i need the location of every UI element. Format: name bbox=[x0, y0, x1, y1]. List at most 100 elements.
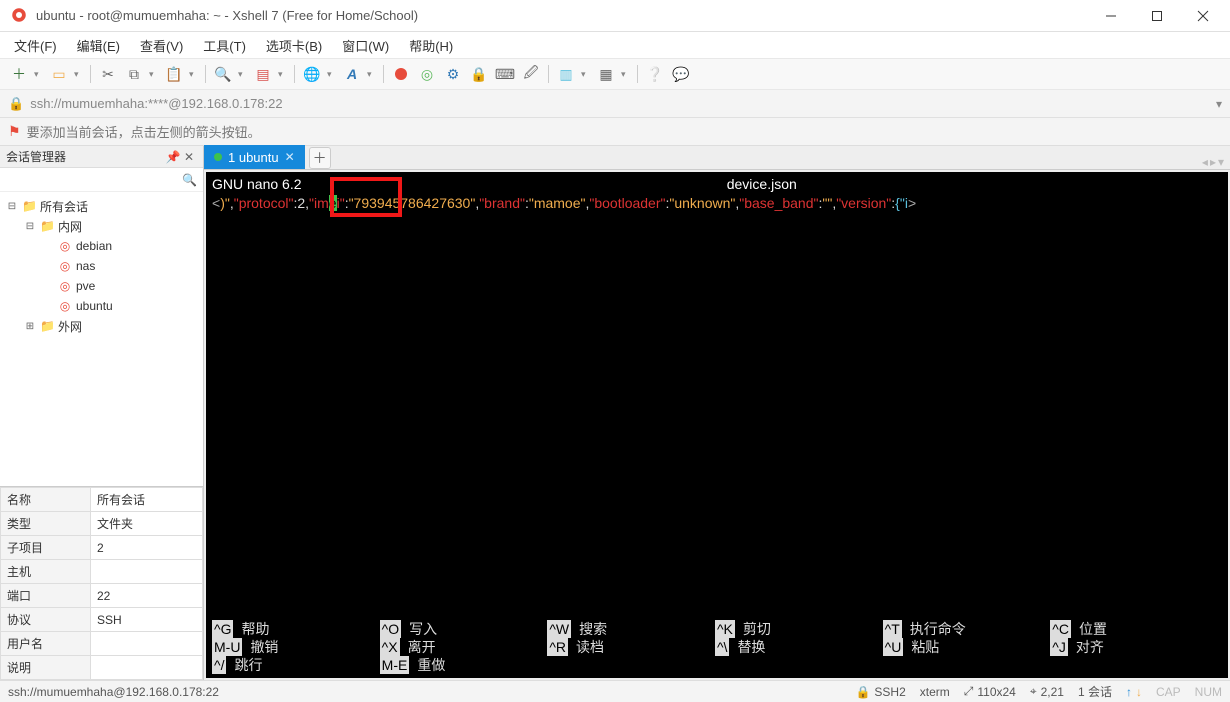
status-ssh: SSH2 bbox=[874, 685, 905, 699]
terminal[interactable]: GNU nano 6.2 device.json <)","protocol":… bbox=[206, 172, 1228, 678]
session-properties: 名称所有会话 类型文件夹 子项目2 主机 端口22 协议SSH 用户名 说明 bbox=[0, 486, 203, 680]
address-text[interactable]: ssh://mumuemhaha:****@192.168.0.178:22 bbox=[30, 96, 282, 111]
lock-icon: 🔒 bbox=[855, 685, 870, 699]
globe-icon[interactable]: 🌐 bbox=[301, 63, 323, 85]
prop-name-value: 所有会话 bbox=[90, 488, 202, 512]
chat-icon[interactable]: 💬 bbox=[670, 63, 692, 85]
minimize-button[interactable] bbox=[1088, 0, 1134, 32]
tree-root[interactable]: ⊟📁所有会话 bbox=[2, 196, 201, 216]
prop-port-value: 22 bbox=[90, 584, 202, 608]
prop-desc-label: 说明 bbox=[1, 656, 91, 680]
lock-icon[interactable]: 🔒 bbox=[468, 63, 490, 85]
tab-ubuntu[interactable]: 1 ubuntu ✕ bbox=[204, 145, 305, 169]
prop-user-value bbox=[90, 632, 202, 656]
prop-type-value: 文件夹 bbox=[90, 512, 202, 536]
prop-port-label: 端口 bbox=[1, 584, 91, 608]
tree-inner[interactable]: ⊟📁内网 bbox=[2, 216, 201, 236]
tab-menu-icon[interactable]: ▾ bbox=[1218, 155, 1224, 169]
session-search-input[interactable] bbox=[6, 173, 182, 187]
prop-proto-value: SSH bbox=[90, 608, 202, 632]
status-size: 110x24 bbox=[977, 685, 1015, 699]
session-tree: ⊟📁所有会话 ⊟📁内网 ◎debian ◎nas ◎pve ◎ubuntu ⊞📁… bbox=[0, 192, 203, 486]
prop-name-label: 名称 bbox=[1, 488, 91, 512]
open-icon[interactable]: ▭ bbox=[48, 63, 70, 85]
prop-host-value bbox=[90, 560, 202, 584]
search-icon[interactable]: 🔍 bbox=[182, 173, 197, 187]
prop-desc-value bbox=[90, 656, 202, 680]
maximize-button[interactable] bbox=[1134, 0, 1180, 32]
prop-host-label: 主机 bbox=[1, 560, 91, 584]
prop-type-label: 类型 bbox=[1, 512, 91, 536]
session-manager: 会话管理器 📌 ✕ 🔍 ⊟📁所有会话 ⊟📁内网 ◎debian ◎nas ◎pv… bbox=[0, 146, 204, 680]
status-pos: 2,21 bbox=[1041, 685, 1064, 699]
tile-v-icon[interactable]: ▦ bbox=[595, 63, 617, 85]
script-icon[interactable]: ⚙ bbox=[442, 63, 464, 85]
resize-icon: ⤢ bbox=[964, 684, 974, 699]
arrow-down-icon: ↓ bbox=[1136, 685, 1142, 699]
status-num: NUM bbox=[1195, 685, 1222, 699]
menubar: 文件(F) 编辑(E) 查看(V) 工具(T) 选项卡(B) 窗口(W) 帮助(… bbox=[0, 32, 1230, 58]
cut-icon[interactable]: ✂ bbox=[97, 63, 119, 85]
tree-outer[interactable]: ⊞📁外网 bbox=[2, 316, 201, 336]
app-icon bbox=[10, 6, 30, 26]
cursor-icon: ⌖ bbox=[1030, 684, 1037, 699]
search-icon[interactable]: 🔍 bbox=[212, 63, 234, 85]
menu-tools[interactable]: 工具(T) bbox=[197, 34, 252, 57]
prop-sub-value: 2 bbox=[90, 536, 202, 560]
xftp-icon[interactable]: ◎ bbox=[416, 63, 438, 85]
paste-icon[interactable]: 📋 bbox=[163, 63, 185, 85]
pin-icon[interactable]: ⚑ bbox=[8, 123, 21, 140]
arrow-up-icon: ↑ bbox=[1126, 685, 1132, 699]
window-title: ubuntu - root@mumuemhaha: ~ - Xshell 7 (… bbox=[36, 8, 1088, 23]
nano-title: GNU nano 6.2 bbox=[212, 175, 302, 193]
tree-item-pve[interactable]: ◎pve bbox=[2, 276, 201, 296]
keyboard-icon[interactable]: ⌨ bbox=[494, 63, 516, 85]
menu-window[interactable]: 窗口(W) bbox=[336, 34, 395, 57]
highlight-box bbox=[330, 177, 402, 217]
highlight-icon[interactable]: 🖉 bbox=[520, 63, 542, 85]
close-button[interactable] bbox=[1180, 0, 1226, 32]
status-term: xterm bbox=[920, 685, 950, 699]
help-icon[interactable]: ❔ bbox=[644, 63, 666, 85]
menu-view[interactable]: 查看(V) bbox=[134, 34, 189, 57]
font-icon[interactable]: A bbox=[341, 63, 363, 85]
infobar-text: 要添加当前会话，点击左侧的箭头按钮。 bbox=[27, 122, 261, 141]
tab-next-icon[interactable]: ▸ bbox=[1210, 155, 1216, 169]
lock-icon: 🔒 bbox=[8, 96, 24, 112]
nano-filename: device.json bbox=[302, 175, 1223, 193]
xshell-icon[interactable] bbox=[390, 63, 412, 85]
prop-sub-label: 子项目 bbox=[1, 536, 91, 560]
prop-user-label: 用户名 bbox=[1, 632, 91, 656]
status-dot-icon bbox=[214, 153, 222, 161]
menu-edit[interactable]: 编辑(E) bbox=[71, 34, 126, 57]
copy-icon[interactable]: ⧉ bbox=[123, 63, 145, 85]
tab-label: 1 ubuntu bbox=[228, 150, 279, 165]
titlebar: ubuntu - root@mumuemhaha: ~ - Xshell 7 (… bbox=[0, 0, 1230, 32]
infobar: ⚑ 要添加当前会话，点击左侧的箭头按钮。 bbox=[0, 118, 1230, 146]
tab-strip: 1 ubuntu ✕ ＋ ◂ ▸ ▾ bbox=[204, 146, 1230, 170]
toolbar: ＋▾ ▭▾ ✂ ⧉▾ 📋▾ 🔍▾ ▤▾ 🌐▾ A▾ ◎ ⚙ 🔒 ⌨ 🖉 ▥▾ ▦… bbox=[0, 58, 1230, 90]
prop-proto-label: 协议 bbox=[1, 608, 91, 632]
status-sessions: 1 会话 bbox=[1078, 683, 1112, 700]
close-tab-icon[interactable]: ✕ bbox=[285, 150, 295, 164]
bookmark-icon[interactable]: ▤ bbox=[252, 63, 274, 85]
session-manager-title: 会话管理器 bbox=[6, 148, 66, 165]
tab-prev-icon[interactable]: ◂ bbox=[1202, 155, 1208, 169]
status-cap: CAP bbox=[1156, 685, 1181, 699]
menu-tabs[interactable]: 选项卡(B) bbox=[260, 34, 328, 57]
status-address: ssh://mumuemhaha@192.168.0.178:22 bbox=[8, 685, 219, 699]
tree-item-ubuntu[interactable]: ◎ubuntu bbox=[2, 296, 201, 316]
chevron-down-icon[interactable]: ▾ bbox=[1216, 97, 1222, 111]
statusbar: ssh://mumuemhaha@192.168.0.178:22 🔒SSH2 … bbox=[0, 680, 1230, 702]
add-tab-button[interactable]: ＋ bbox=[309, 147, 331, 169]
tile-h-icon[interactable]: ▥ bbox=[555, 63, 577, 85]
menu-help[interactable]: 帮助(H) bbox=[403, 34, 459, 57]
addressbar: 🔒 ssh://mumuemhaha:****@192.168.0.178:22… bbox=[0, 90, 1230, 118]
close-panel-icon[interactable]: ✕ bbox=[181, 150, 197, 164]
tree-item-nas[interactable]: ◎nas bbox=[2, 256, 201, 276]
menu-file[interactable]: 文件(F) bbox=[8, 34, 63, 57]
pin-panel-icon[interactable]: 📌 bbox=[165, 150, 181, 164]
nano-shortcut-bar: ^G帮助 ^O写入 ^W搜索 ^K剪切 ^T执行命令 ^C位置 M-U撤销 ^X… bbox=[212, 620, 1222, 674]
new-session-icon[interactable]: ＋ bbox=[8, 63, 30, 85]
tree-item-debian[interactable]: ◎debian bbox=[2, 236, 201, 256]
